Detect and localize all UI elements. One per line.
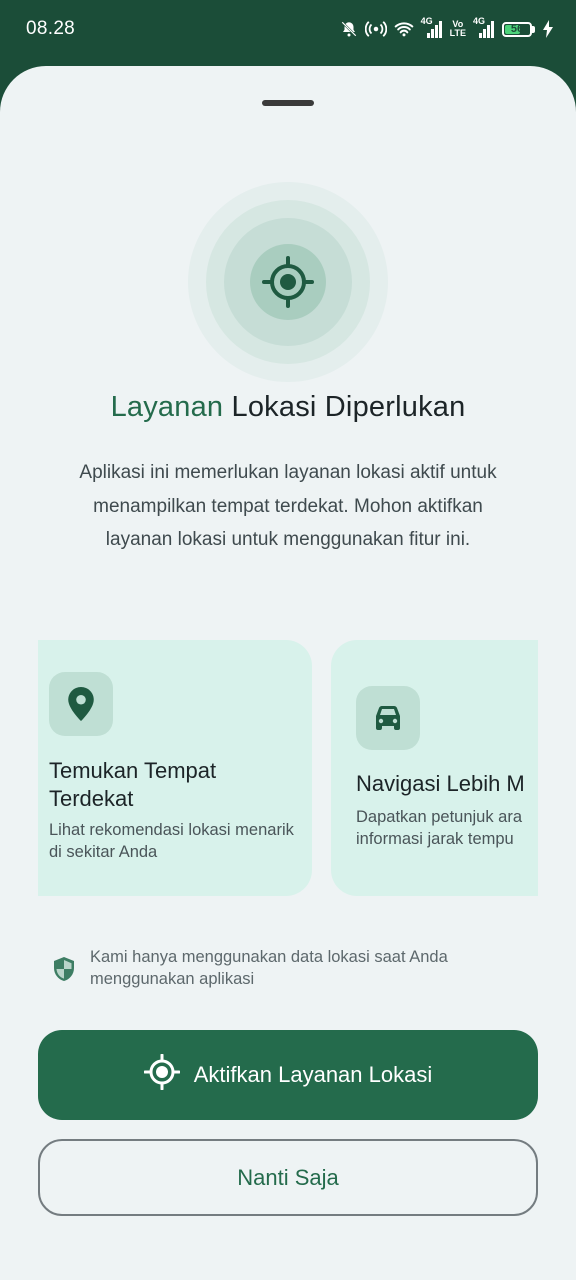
feature-card-title: Navigasi Lebih M xyxy=(356,771,525,796)
signal-4g-icon-2: 4G xyxy=(473,17,495,39)
feature-carousel[interactable]: Temukan Tempat Terdekat Lihat rekomendas… xyxy=(38,640,538,896)
drag-handle[interactable] xyxy=(262,100,314,106)
privacy-note: Kami hanya menggunakan data lokasi saat … xyxy=(52,946,532,992)
feature-card-nearby[interactable]: Temukan Tempat Terdekat Lihat rekomendas… xyxy=(38,640,312,896)
feature-card-description: Dapatkan petunjuk ara informasi jarak te… xyxy=(356,808,523,848)
wifi-icon xyxy=(394,21,414,37)
shield-icon xyxy=(52,956,76,987)
map-pin-icon xyxy=(49,672,113,736)
page-title-rest: Lokasi Diperlukan xyxy=(223,391,466,423)
battery-level: 56 xyxy=(510,22,524,35)
signal-4g-icon: 4G xyxy=(421,17,443,39)
charging-icon xyxy=(542,20,554,38)
enable-location-button[interactable]: Aktifkan Layanan Lokasi xyxy=(38,1030,538,1120)
location-hero-illustration xyxy=(188,182,388,382)
gps-target-icon xyxy=(262,256,314,313)
gps-target-icon xyxy=(143,1053,181,1096)
later-button[interactable]: Nanti Saja xyxy=(38,1139,538,1216)
feature-card-title: Temukan Tempat Terdekat xyxy=(49,758,217,811)
page-title: Layanan Lokasi Diperlukan xyxy=(0,391,576,424)
car-icon xyxy=(356,686,420,750)
later-button-label: Nanti Saja xyxy=(237,1164,339,1190)
feature-card-navigation[interactable]: Navigasi Lebih M Dapatkan petunjuk ara i… xyxy=(331,640,538,896)
privacy-note-text: Kami hanya menggunakan data lokasi saat … xyxy=(90,948,448,988)
location-permission-sheet: Layanan Lokasi Diperlukan Aplikasi ini m… xyxy=(0,66,576,1280)
page-description: Aplikasi ini memerlukan layanan lokasi a… xyxy=(79,462,497,550)
page-title-accent: Layanan xyxy=(110,391,224,423)
battery-icon: 56 xyxy=(502,21,535,37)
status-bar: 08.28 4G Vo LTE 4G 56 xyxy=(0,0,576,60)
status-time: 08.28 xyxy=(26,18,76,39)
status-icons: 4G Vo LTE 4G 56 xyxy=(340,16,554,42)
bell-muted-icon xyxy=(340,20,358,38)
feature-card-description: Lihat rekomendasi lokasi menarik di seki… xyxy=(49,821,294,861)
hotspot-icon xyxy=(364,20,387,38)
enable-location-button-label: Aktifkan Layanan Lokasi xyxy=(193,1062,433,1087)
volte-icon: Vo LTE xyxy=(449,19,466,38)
